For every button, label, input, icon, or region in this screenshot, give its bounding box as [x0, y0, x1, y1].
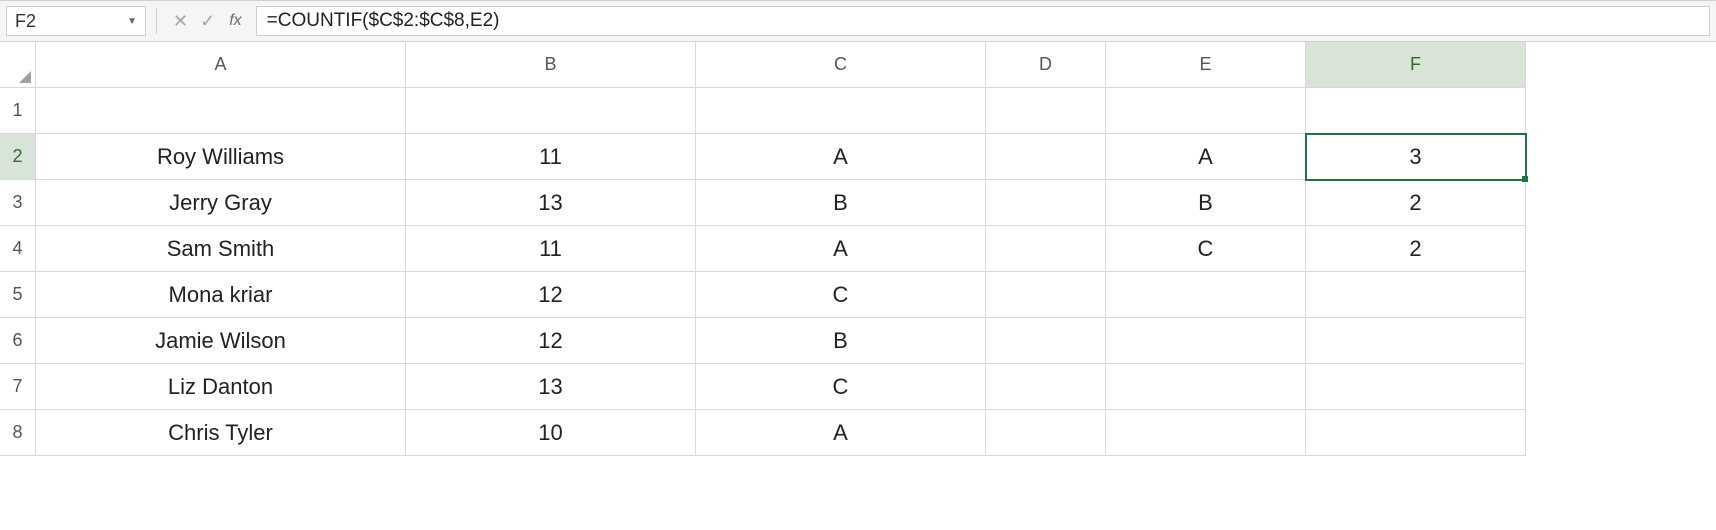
- cell-C7[interactable]: C: [696, 364, 986, 410]
- cancel-formula-button[interactable]: ✕: [167, 11, 194, 32]
- cell-B8[interactable]: 10: [406, 410, 696, 456]
- cell-D4[interactable]: [986, 226, 1106, 272]
- cell-E3[interactable]: B: [1106, 180, 1306, 226]
- cell-C2[interactable]: A: [696, 134, 986, 180]
- cell-D1[interactable]: [986, 88, 1106, 134]
- cell-A2[interactable]: Roy Williams: [36, 134, 406, 180]
- cell-C3[interactable]: B: [696, 180, 986, 226]
- col-header-C[interactable]: C: [696, 42, 986, 88]
- cell-A8[interactable]: Chris Tyler: [36, 410, 406, 456]
- cell-F5[interactable]: [1306, 272, 1526, 318]
- cell-A5[interactable]: Mona kriar: [36, 272, 406, 318]
- spreadsheet-grid: A B C D E F 1 Name Age Grade Grades Coun…: [0, 42, 1716, 456]
- cell-B5[interactable]: 12: [406, 272, 696, 318]
- cell-B2[interactable]: 11: [406, 134, 696, 180]
- row-header-3[interactable]: 3: [0, 180, 36, 226]
- cell-F7[interactable]: [1306, 364, 1526, 410]
- col-header-A[interactable]: A: [36, 42, 406, 88]
- cell-E8[interactable]: [1106, 410, 1306, 456]
- formula-input[interactable]: =COUNTIF($C$2:$C$8,E2): [256, 6, 1710, 36]
- cell-E1[interactable]: Grades: [1106, 88, 1306, 134]
- row-header-4[interactable]: 4: [0, 226, 36, 272]
- row-header-8[interactable]: 8: [0, 410, 36, 456]
- cell-D8[interactable]: [986, 410, 1106, 456]
- name-box-value: F2: [15, 11, 36, 32]
- cell-C5[interactable]: C: [696, 272, 986, 318]
- check-icon: ✓: [200, 11, 215, 32]
- cell-B7[interactable]: 13: [406, 364, 696, 410]
- cell-C4[interactable]: A: [696, 226, 986, 272]
- cell-A3[interactable]: Jerry Gray: [36, 180, 406, 226]
- cell-D2[interactable]: [986, 134, 1106, 180]
- cell-B1[interactable]: Age: [406, 88, 696, 134]
- insert-function-button[interactable]: fx: [221, 12, 249, 30]
- cell-D7[interactable]: [986, 364, 1106, 410]
- cell-E2[interactable]: A: [1106, 134, 1306, 180]
- col-header-B[interactable]: B: [406, 42, 696, 88]
- formula-bar: F2 ▼ ✕ ✓ fx =COUNTIF($C$2:$C$8,E2): [0, 0, 1716, 42]
- cell-A4[interactable]: Sam Smith: [36, 226, 406, 272]
- col-header-F[interactable]: F: [1306, 42, 1526, 88]
- cell-C8[interactable]: A: [696, 410, 986, 456]
- cell-C1[interactable]: Grade: [696, 88, 986, 134]
- cell-F8[interactable]: [1306, 410, 1526, 456]
- col-header-E[interactable]: E: [1106, 42, 1306, 88]
- x-icon: ✕: [173, 11, 188, 32]
- cell-E6[interactable]: [1106, 318, 1306, 364]
- row-header-1[interactable]: 1: [0, 88, 36, 134]
- separator: [156, 8, 157, 34]
- cell-E4[interactable]: C: [1106, 226, 1306, 272]
- cell-B3[interactable]: 13: [406, 180, 696, 226]
- cell-F3[interactable]: 2: [1306, 180, 1526, 226]
- select-all-corner[interactable]: [0, 42, 36, 88]
- cell-A7[interactable]: Liz Danton: [36, 364, 406, 410]
- cell-F2[interactable]: 3: [1306, 134, 1526, 180]
- cell-C6[interactable]: B: [696, 318, 986, 364]
- fx-icon: fx: [229, 12, 241, 29]
- formula-text: =COUNTIF($C$2:$C$8,E2): [267, 10, 500, 32]
- col-header-D[interactable]: D: [986, 42, 1106, 88]
- cell-E5[interactable]: [1106, 272, 1306, 318]
- cell-D3[interactable]: [986, 180, 1106, 226]
- row-header-5[interactable]: 5: [0, 272, 36, 318]
- cell-F4[interactable]: 2: [1306, 226, 1526, 272]
- row-header-2[interactable]: 2: [0, 134, 36, 180]
- cell-E7[interactable]: [1106, 364, 1306, 410]
- row-header-6[interactable]: 6: [0, 318, 36, 364]
- chevron-down-icon: ▼: [127, 16, 137, 27]
- cell-D6[interactable]: [986, 318, 1106, 364]
- enter-formula-button[interactable]: ✓: [194, 11, 221, 32]
- cell-A1[interactable]: Name: [36, 88, 406, 134]
- cell-F1[interactable]: Count: [1306, 88, 1526, 134]
- name-box[interactable]: F2 ▼: [6, 6, 146, 36]
- cell-D5[interactable]: [986, 272, 1106, 318]
- cell-F6[interactable]: [1306, 318, 1526, 364]
- cell-B4[interactable]: 11: [406, 226, 696, 272]
- cell-B6[interactable]: 12: [406, 318, 696, 364]
- cell-A6[interactable]: Jamie Wilson: [36, 318, 406, 364]
- row-header-7[interactable]: 7: [0, 364, 36, 410]
